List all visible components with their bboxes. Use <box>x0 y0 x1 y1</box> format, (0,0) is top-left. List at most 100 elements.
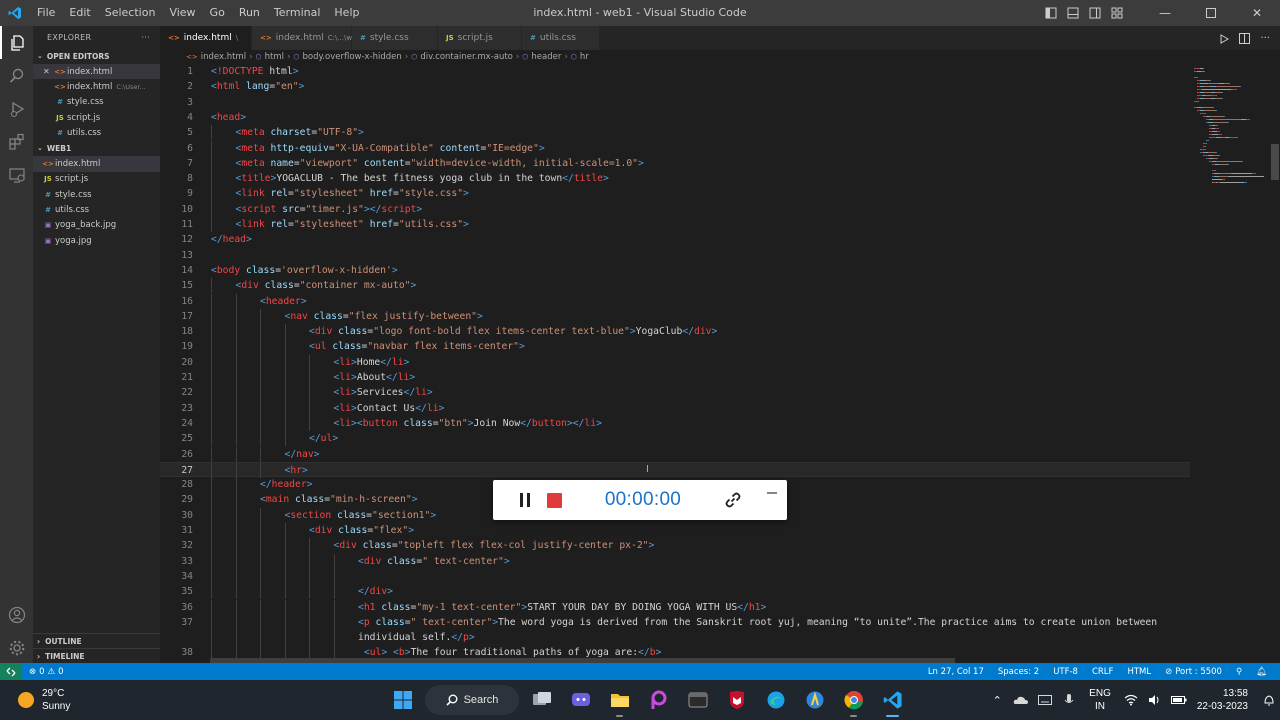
code-line[interactable]: 4 <head> <box>160 110 1190 125</box>
editor-tab[interactable]: <> index.html \ <box>160 26 252 50</box>
file-tree-item[interactable]: # utils.css <box>33 202 160 217</box>
code-line[interactable]: 32 <div class="topleft flex flex-col just… <box>160 538 1190 554</box>
code-line[interactable]: 31 <div class="flex"> <box>160 523 1190 539</box>
link-icon[interactable] <box>723 490 743 510</box>
weather-widget[interactable]: 29°C Sunny <box>18 687 70 713</box>
breadcrumb-item[interactable]: div.container.mx-auto <box>420 52 513 62</box>
file-tree-item[interactable]: # style.css <box>33 187 160 202</box>
search-icon[interactable] <box>0 59 33 92</box>
file-explorer-icon[interactable] <box>600 680 639 720</box>
breadcrumb-item[interactable]: body.overflow-x-hidden <box>303 52 402 62</box>
notifications-bell-icon[interactable]: 🔔︎ <box>1249 667 1274 677</box>
timeline-section[interactable]: › TIMELINE <box>33 648 160 663</box>
breadcrumb-item[interactable]: index.html <box>201 52 246 62</box>
code-line[interactable]: 14 <body class='overflow-x-hidden'> <box>160 263 1190 278</box>
open-editors-section[interactable]: ⌄ OPEN EDITORS <box>33 48 160 64</box>
vscode-taskbar-icon[interactable] <box>873 680 912 720</box>
maximize-icon[interactable] <box>1188 0 1234 26</box>
code-line[interactable]: 9 <link rel="stylesheet" href="style.css"… <box>160 186 1190 202</box>
notification-center-icon[interactable] <box>1258 680 1280 720</box>
indentation[interactable]: Spaces: 2 <box>991 667 1046 677</box>
code-line[interactable]: 27 <hr> <box>160 461 1190 479</box>
cursor-position[interactable]: Ln 27, Col 17 <box>921 667 991 677</box>
customize-layout-icon[interactable] <box>1106 0 1128 26</box>
code-line[interactable]: 19 <ul class="navbar flex items-center"> <box>160 339 1190 355</box>
menu-go[interactable]: Go <box>203 0 232 26</box>
code-line[interactable]: 33 <div class=" text-center"> <box>160 553 1190 569</box>
file-tree-item[interactable]: ▣ yoga_back.jpg <box>33 218 160 233</box>
code-line[interactable]: 11 <link rel="stylesheet" href="utils.css… <box>160 217 1190 233</box>
code-line[interactable]: 34 <box>160 568 1190 585</box>
code-line[interactable]: 3 <box>160 95 1190 110</box>
code-line[interactable]: 15 <div class="container mx-auto"> <box>160 278 1190 294</box>
code-line[interactable]: 20 <li>Home</li> <box>160 354 1190 370</box>
terminal-app-icon[interactable] <box>678 680 717 720</box>
code-line[interactable]: 8 <title>YOGACLUB - The best fitness yoga… <box>160 171 1190 187</box>
scrollbar-thumb[interactable] <box>1271 144 1279 180</box>
code-line[interactable]: 24 <li><button class="btn">Join Now</butt… <box>160 415 1190 432</box>
picsart-icon[interactable] <box>639 680 678 720</box>
code-line[interactable]: 5 <meta charset="UTF-8"> <box>160 125 1190 141</box>
problems-indicator[interactable]: ⊗ 0 ⚠ 0 <box>22 667 71 677</box>
toggle-panel-icon[interactable] <box>1062 0 1084 26</box>
menu-run[interactable]: Run <box>232 0 267 26</box>
menu-help[interactable]: Help <box>327 0 366 26</box>
menu-selection[interactable]: Selection <box>98 0 163 26</box>
code-line[interactable]: 36 <h1 class="my-1 text-center">START YOU… <box>160 599 1190 615</box>
vertical-scrollbar[interactable] <box>1270 64 1280 658</box>
input-language[interactable]: ENG IN <box>1081 687 1119 713</box>
code-line[interactable]: 13 <box>160 248 1190 263</box>
accounts-icon[interactable] <box>0 598 33 631</box>
taskbar-search[interactable]: Search <box>425 685 519 715</box>
code-line[interactable]: 18 <div class="logo font-bold flex items-… <box>160 324 1190 340</box>
encoding[interactable]: UTF-8 <box>1046 667 1085 677</box>
code-line[interactable]: 16 <header> <box>160 293 1190 309</box>
menu-view[interactable]: View <box>162 0 202 26</box>
menu-terminal[interactable]: Terminal <box>267 0 328 26</box>
code-editor[interactable]: 1 <!DOCTYPE html> 2 <html lang="en"> 3 4 <head… <box>160 64 1190 658</box>
outline-section[interactable]: › OUTLINE <box>33 633 160 648</box>
python-idle-icon[interactable] <box>795 680 834 720</box>
breadcrumb-item[interactable]: hr <box>580 52 589 62</box>
volume-icon[interactable] <box>1143 680 1167 720</box>
run-and-debug-icon[interactable] <box>0 92 33 125</box>
explorer-icon[interactable] <box>0 26 33 59</box>
code-line[interactable]: 17 <nav class="flex justify-between"> <box>160 308 1190 325</box>
editor-tab[interactable]: # utils.css <box>522 26 600 50</box>
open-editor-item[interactable]: # utils.css <box>33 125 160 140</box>
remote-indicator-icon[interactable] <box>0 663 22 680</box>
clock[interactable]: 13:58 22-03-2023 <box>1191 687 1258 713</box>
editor-more-actions-icon[interactable]: ··· <box>1260 33 1270 44</box>
open-editor-item[interactable]: JS script.js <box>33 110 160 125</box>
file-tree-item[interactable]: <> index.html <box>33 156 160 172</box>
code-line[interactable]: 6 <meta http-equiv="X-UA-Compatible" cont… <box>160 140 1190 156</box>
minimap[interactable] <box>1190 64 1270 658</box>
code-line[interactable]: 37 <p class=" text-center">The word yoga … <box>160 614 1190 631</box>
task-view-icon[interactable] <box>522 680 561 720</box>
open-editor-item[interactable]: ✕ <> index.html <box>33 64 160 80</box>
split-editor-icon[interactable] <box>1239 29 1251 48</box>
file-tree-item[interactable]: ▣ yoga.jpg <box>33 233 160 248</box>
live-server-port[interactable]: ⊘ Port : 5500 <box>1158 667 1229 677</box>
microphone-icon[interactable] <box>1057 680 1081 720</box>
code-line[interactable]: 10 <script src="timer.js"></script> <box>160 201 1190 217</box>
more-actions-icon[interactable]: ··· <box>141 33 150 42</box>
breadcrumb-item[interactable]: header <box>531 52 561 62</box>
vscode-logo-icon[interactable] <box>0 0 30 26</box>
breadcrumb-item[interactable]: html <box>265 52 284 62</box>
toggle-secondary-sidebar-icon[interactable] <box>1084 0 1106 26</box>
code-line[interactable]: 7 <meta name="viewport" content="width=de… <box>160 155 1190 172</box>
wifi-icon[interactable] <box>1119 680 1143 720</box>
menu-edit[interactable]: Edit <box>62 0 97 26</box>
pause-icon[interactable] <box>517 492 533 508</box>
mcafee-icon[interactable] <box>717 680 756 720</box>
code-line[interactable]: 12 </head> <box>160 232 1190 247</box>
minimize-icon[interactable]: — <box>1142 0 1188 26</box>
open-editor-item[interactable]: <> index.html C:\User... <box>33 79 160 94</box>
close-icon[interactable]: ✕ <box>43 67 53 76</box>
code-line[interactable]: 38 <ul> <b>The four traditional paths of… <box>160 645 1190 658</box>
editor-tab[interactable]: # style.css <box>352 26 438 50</box>
stop-icon[interactable] <box>547 493 562 508</box>
menu-file[interactable]: File <box>30 0 62 26</box>
edge-icon[interactable] <box>756 680 795 720</box>
